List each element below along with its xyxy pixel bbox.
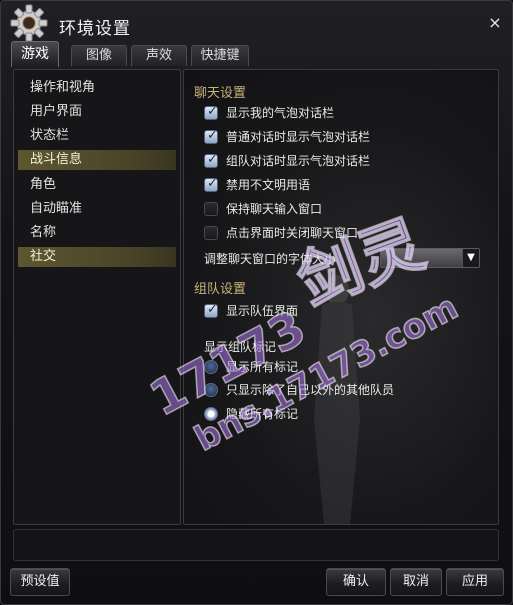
apply-button[interactable]: 应用: [446, 568, 504, 596]
settings-window: 环境设置 × 游戏 图像 声效 快捷键 操作和视角 用户界面 状态栏 战斗信息 …: [0, 0, 513, 605]
check-icon: ✓: [207, 302, 218, 317]
confirm-button[interactable]: 确认: [326, 568, 386, 596]
option-label: 只显示除了自己以外的其他队员: [226, 383, 395, 397]
tab-graphics[interactable]: 图像: [71, 45, 127, 66]
checkbox[interactable]: ✓: [204, 302, 218, 318]
gear-icon: [10, 4, 48, 42]
check-icon: ✓: [207, 176, 218, 191]
option-label: 点击界面时关闭聊天窗口: [226, 226, 359, 240]
nav-item-character[interactable]: 角色: [18, 175, 176, 195]
radio-button[interactable]: [204, 383, 218, 397]
option-label: 隐藏所有标记: [226, 407, 299, 421]
option-label: 显示所有标记: [226, 360, 299, 374]
cancel-button[interactable]: 取消: [390, 568, 442, 596]
checkbox[interactable]: ✓: [204, 104, 218, 120]
status-bar: [13, 529, 499, 561]
nav-item-statusbar[interactable]: 状态栏: [18, 126, 176, 146]
window-title: 环境设置: [59, 19, 131, 39]
chat-settings-title: 聊天设置: [194, 86, 247, 101]
settings-panel: 聊天设置 ✓ 显示我的气泡对话栏 ✓ 普通对话时显示气泡对话栏 ✓ 组队对话时显…: [183, 69, 499, 525]
radio-button[interactable]: [204, 407, 218, 421]
font-size-label: 调整聊天窗口的字体大小: [204, 252, 337, 266]
nav-item-combat-info[interactable]: 战斗信息: [18, 150, 176, 170]
party-marker-title: 显示组队标记: [204, 340, 277, 354]
checkbox[interactable]: ✓: [204, 152, 218, 168]
option-label: 禁用不文明用语: [226, 178, 311, 192]
nav-item-social[interactable]: 社交: [18, 247, 176, 267]
title-bar: 环境设置 ×: [1, 1, 512, 42]
option-label: 显示我的气泡对话栏: [226, 106, 335, 120]
close-icon[interactable]: ×: [487, 15, 503, 31]
radio-button[interactable]: [204, 360, 218, 374]
option-label: 普通对话时显示气泡对话栏: [226, 130, 371, 144]
preset-button[interactable]: 预设值: [10, 568, 70, 596]
checkbox[interactable]: ✓: [204, 176, 218, 192]
nav-item-names[interactable]: 名称: [18, 223, 176, 243]
chevron-down-icon: ▼: [462, 249, 479, 267]
option-label: 保持聊天输入窗口: [226, 202, 323, 216]
check-icon: ✓: [207, 152, 218, 167]
nav-item-ui[interactable]: 用户界面: [18, 102, 176, 122]
checkbox[interactable]: ✓: [204, 128, 218, 144]
tab-hotkeys[interactable]: 快捷键: [191, 45, 249, 66]
tab-game[interactable]: 游戏: [11, 41, 59, 67]
check-icon: ✓: [207, 104, 218, 119]
nav-item-auto-aim[interactable]: 自动瞄准: [18, 199, 176, 219]
nav-item-controls[interactable]: 操作和视角: [18, 78, 176, 98]
tab-sound[interactable]: 声效: [131, 45, 187, 66]
checkbox[interactable]: [204, 226, 218, 240]
category-list: 操作和视角 用户界面 状态栏 战斗信息 角色 自动瞄准 名称 社交: [13, 69, 181, 525]
option-label: 显示队伍界面: [226, 304, 299, 318]
option-label: 组队对话时显示气泡对话栏: [226, 154, 371, 168]
check-icon: ✓: [207, 128, 218, 143]
checkbox[interactable]: [204, 202, 218, 216]
font-size-dropdown[interactable]: ▼: [380, 248, 480, 268]
party-settings-title: 组队设置: [194, 282, 247, 297]
